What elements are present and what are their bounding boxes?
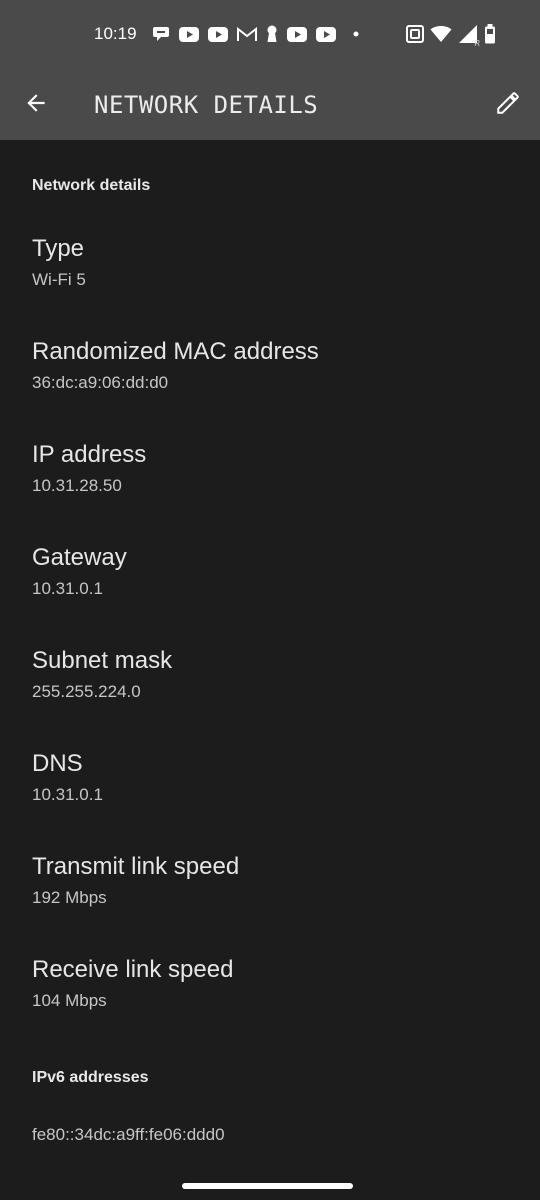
signal-icon: R: [458, 24, 480, 48]
dot-icon: [353, 31, 359, 37]
youtube-icon: [179, 26, 199, 42]
youtube-icon: [287, 26, 307, 42]
pref-gateway: Gateway 10.31.0.1: [0, 544, 540, 647]
pref-value: 36:dc:a9:06:dd:d0: [32, 373, 169, 392]
chat-bubble-icon: [152, 26, 170, 42]
pref-title: Receive link speed: [32, 956, 234, 983]
wifi-icon: [430, 25, 452, 43]
pref-value: 10.31.0.1: [32, 579, 103, 598]
pref-value: 192 Mbps: [32, 888, 107, 907]
pref-value: 10.31.28.50: [32, 476, 122, 495]
status-bar: 10:19 R: [0, 0, 540, 70]
pref-title: Gateway: [32, 544, 127, 571]
pref-title: DNS: [32, 750, 83, 777]
battery-icon: [484, 24, 496, 44]
pencil-icon: [495, 90, 521, 121]
pref-title: Subnet mask: [32, 647, 173, 674]
pref-value: Wi-Fi 5: [32, 270, 86, 289]
arrow-back-icon: [23, 90, 49, 121]
pref-value: 10.31.0.1: [32, 785, 103, 804]
nfc-icon: [406, 25, 424, 43]
pref-subnet-mask: Subnet mask 255.255.224.0: [0, 647, 540, 750]
pref-ip-address: IP address 10.31.28.50: [0, 441, 540, 544]
signal-roaming-badge: R: [474, 39, 480, 48]
youtube-icon: [316, 26, 336, 42]
navigation-handle[interactable]: [182, 1183, 353, 1189]
pref-transmit-link-speed: Transmit link speed 192 Mbps: [0, 853, 540, 956]
status-time: 10:19: [94, 24, 137, 43]
keyhole-icon: [266, 25, 278, 43]
pref-receive-link-speed: Receive link speed 104 Mbps: [0, 956, 540, 1059]
pref-title: IP address: [32, 441, 147, 468]
pref-mac-address: Randomized MAC address 36:dc:a9:06:dd:d0: [0, 338, 540, 441]
pref-title: Type: [32, 235, 85, 262]
pref-dns: DNS 10.31.0.1: [0, 750, 540, 853]
section-header-network-details: Network details: [32, 177, 151, 194]
app-bar: NETWORK DETAILS: [0, 70, 540, 140]
system-icons: R: [406, 23, 496, 48]
notification-icons: [152, 24, 359, 44]
pref-type: Type Wi-Fi 5: [0, 235, 540, 338]
pref-value: 104 Mbps: [32, 991, 107, 1010]
pref-title: Transmit link speed: [32, 853, 240, 880]
section-header-ipv6: IPv6 addresses: [32, 1069, 149, 1086]
edit-button[interactable]: [490, 87, 526, 123]
back-button[interactable]: [18, 87, 54, 123]
pref-title: Randomized MAC address: [32, 338, 319, 365]
gmail-icon: [237, 26, 257, 42]
pref-value: 255.255.224.0: [32, 682, 141, 701]
ipv6-address: fe80::34dc:a9ff:fe06:ddd0: [32, 1125, 225, 1144]
youtube-icon: [208, 26, 228, 42]
page-title: NETWORK DETAILS: [94, 91, 319, 119]
